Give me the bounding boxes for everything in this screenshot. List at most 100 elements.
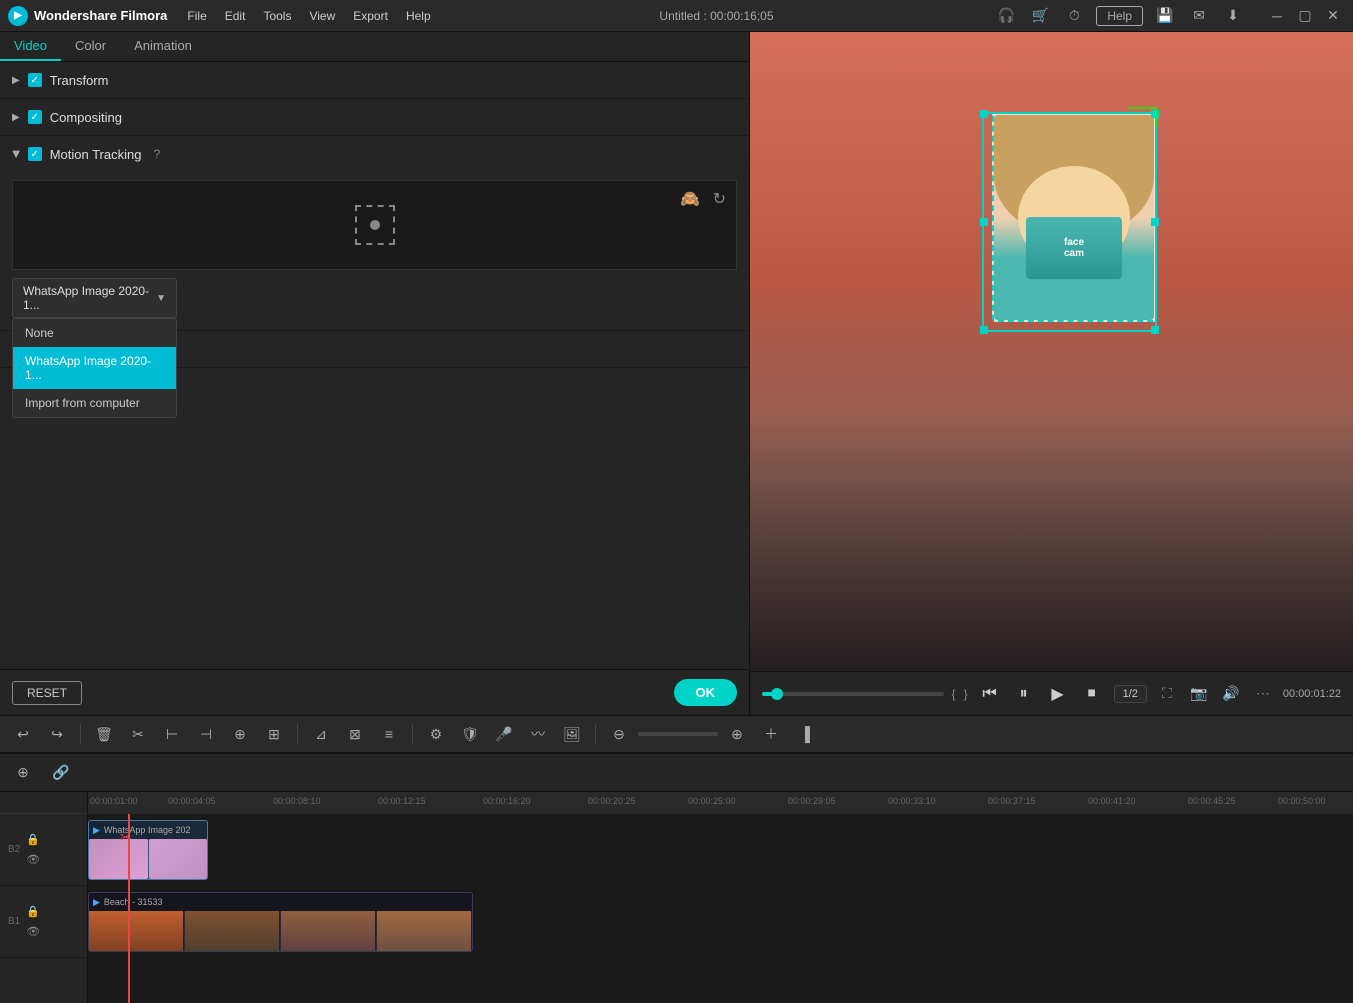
step-back-button[interactable]: ⏮ bbox=[976, 680, 1004, 708]
clip-beach[interactable]: ▶ Beach - 31533 bbox=[88, 892, 473, 952]
headphone-icon[interactable]: 🎧 bbox=[994, 4, 1018, 28]
snapshot-icon[interactable]: 📷 bbox=[1187, 682, 1211, 706]
clip-whatsapp-content: ▶ WhatsApp Image 202 bbox=[89, 821, 207, 879]
zoom-out-button[interactable]: ⊖ bbox=[604, 719, 634, 749]
play-button[interactable]: ▶ bbox=[1044, 680, 1072, 708]
shield-icon[interactable]: 🛡 bbox=[455, 719, 485, 749]
track-2-eye[interactable]: 👁 bbox=[24, 851, 42, 869]
clip-beach-play-icon: ▶ bbox=[93, 897, 100, 908]
menu-help[interactable]: Help bbox=[398, 7, 439, 25]
motion-tracking-arrow-icon: ▶ bbox=[10, 150, 21, 158]
ruler-10: 00:00:41:20 bbox=[1088, 796, 1136, 806]
ok-button[interactable]: OK bbox=[674, 679, 738, 706]
track-1-lock[interactable]: 🔒 bbox=[24, 903, 42, 921]
copy-button[interactable]: ⊕ bbox=[225, 719, 255, 749]
motion-tracking-checkbox[interactable]: ✓ bbox=[28, 147, 42, 161]
split-button[interactable]: ⊢ bbox=[157, 719, 187, 749]
cart-icon[interactable]: 🛒 bbox=[1028, 4, 1052, 28]
tl-add-track[interactable]: ⊕ bbox=[8, 758, 38, 788]
clock-icon[interactable]: ⏱ bbox=[1062, 4, 1086, 28]
tab-video[interactable]: Video bbox=[0, 32, 61, 61]
mt-option-none[interactable]: None bbox=[13, 319, 176, 347]
mt-eye-icon[interactable]: 🙈 bbox=[680, 189, 700, 209]
add-track-button[interactable]: ＋ bbox=[756, 719, 786, 749]
track-number-1: B1 bbox=[8, 916, 20, 927]
minimize-button[interactable]: ─ bbox=[1265, 4, 1289, 28]
full-screen-icon[interactable]: ⛶ bbox=[1155, 682, 1179, 706]
section-motion-tracking-header[interactable]: ▶ ✓ Motion Tracking ? bbox=[0, 136, 749, 172]
zoom-controls: ⚙ 🛡 🎤 〰 🖼 ⊖ ⊕ ＋ ▐ bbox=[421, 719, 820, 749]
undo-button[interactable]: ↩ bbox=[8, 719, 38, 749]
photo-icon[interactable]: 🖼 bbox=[557, 719, 587, 749]
zoom-in-button[interactable]: ⊕ bbox=[722, 719, 752, 749]
mt-option-whatsapp[interactable]: WhatsApp Image 2020-1... bbox=[13, 347, 176, 389]
track-2-lock[interactable]: 🔒 bbox=[24, 831, 42, 849]
more-icon[interactable]: ⋯ bbox=[1251, 682, 1275, 706]
more-tools-button[interactable]: ▐ bbox=[790, 719, 820, 749]
compositing-checkbox[interactable]: ✓ bbox=[28, 110, 42, 124]
ripple-button[interactable]: ⊿ bbox=[306, 719, 336, 749]
tools-bar: ↩ ↪ 🗑 ✂ ⊢ ⊣ ⊕ ⊞ ⊿ ⊠ ≡ ⚙ 🛡 🎤 〰 🖼 ⊖ ⊕ ＋ ▐ bbox=[0, 715, 1353, 753]
playhead[interactable]: ✂ bbox=[128, 814, 130, 1003]
reset-button[interactable]: RESET bbox=[12, 681, 82, 705]
settings-icon[interactable]: ⚙ bbox=[421, 719, 451, 749]
menu-tools[interactable]: Tools bbox=[255, 7, 299, 25]
motion-tracking-help-icon[interactable]: ? bbox=[153, 147, 160, 161]
motion-tracking-title: Motion Tracking bbox=[50, 147, 142, 162]
mt-option-import[interactable]: Import from computer bbox=[13, 389, 176, 417]
step-frame-back-button[interactable]: ⏸ bbox=[1010, 680, 1038, 708]
mic-icon[interactable]: 🎤 bbox=[489, 719, 519, 749]
trim-button[interactable]: ⊣ bbox=[191, 719, 221, 749]
preview-background: facecam bbox=[750, 32, 1353, 671]
equalizer-button[interactable]: ≡ bbox=[374, 719, 404, 749]
download-icon[interactable]: ⬇ bbox=[1221, 4, 1245, 28]
zoom-slider[interactable] bbox=[638, 732, 718, 736]
delete-button[interactable]: 🗑 bbox=[89, 719, 119, 749]
preview-avatar-clip[interactable]: facecam bbox=[992, 112, 1157, 322]
tools-separator-3 bbox=[412, 724, 413, 744]
stop-button[interactable]: ⏹ bbox=[1078, 680, 1106, 708]
avatar-shirt: facecam bbox=[1026, 217, 1122, 279]
tab-animation[interactable]: Animation bbox=[120, 32, 206, 61]
close-button[interactable]: ✕ bbox=[1321, 4, 1345, 28]
track-2-icons: 🔒 👁 bbox=[24, 831, 42, 869]
tools-separator-2 bbox=[297, 724, 298, 744]
time-bracket-right: } bbox=[964, 687, 968, 701]
speed-button[interactable]: 1/2 bbox=[1114, 685, 1147, 703]
menu-edit[interactable]: Edit bbox=[217, 7, 254, 25]
transform-checkbox[interactable]: ✓ bbox=[28, 73, 42, 87]
app-name: Wondershare Filmora bbox=[34, 8, 167, 23]
tab-color[interactable]: Color bbox=[61, 32, 120, 61]
mt-dropdown-button[interactable]: WhatsApp Image 2020-1... ▼ bbox=[12, 278, 177, 318]
menu-view[interactable]: View bbox=[301, 7, 343, 25]
mail-icon[interactable]: ✉ bbox=[1187, 4, 1211, 28]
maximize-button[interactable]: ▢ bbox=[1293, 4, 1317, 28]
redo-button[interactable]: ↪ bbox=[42, 719, 72, 749]
login-button[interactable]: Help bbox=[1096, 6, 1143, 26]
progress-thumb[interactable] bbox=[771, 688, 783, 700]
beach-thumb-2 bbox=[185, 911, 280, 951]
playback-controls: ⏮ ⏸ ▶ ⏹ bbox=[976, 680, 1106, 708]
tl-link[interactable]: 🔗 bbox=[46, 758, 76, 788]
titlebar: ▶ Wondershare Filmora File Edit Tools Vi… bbox=[0, 0, 1353, 32]
cut-button[interactable]: ✂ bbox=[123, 719, 153, 749]
clip-whatsapp[interactable]: ▶ WhatsApp Image 202 bbox=[88, 820, 208, 880]
save-icon[interactable]: 💾 bbox=[1153, 4, 1177, 28]
avatar-image: facecam bbox=[994, 115, 1154, 320]
beach-thumb-3 bbox=[281, 911, 376, 951]
track-1-eye[interactable]: 👁 bbox=[24, 923, 42, 941]
transform-arrow-icon: ▶ bbox=[12, 75, 20, 86]
ruler-2: 00:00:08:10 bbox=[273, 796, 321, 806]
timeline-tracks: 00:00:01:00 00:00:04:05 00:00:08:10 00:0… bbox=[88, 792, 1353, 1003]
waveform-icon[interactable]: 〰 bbox=[523, 719, 553, 749]
paste-button[interactable]: ⊞ bbox=[259, 719, 289, 749]
menu-export[interactable]: Export bbox=[345, 7, 396, 25]
section-transform-header[interactable]: ▶ ✓ Transform bbox=[0, 62, 749, 98]
mt-refresh-icon[interactable]: ↻ bbox=[713, 189, 726, 209]
menu-file[interactable]: File bbox=[179, 7, 214, 25]
audio-icon[interactable]: 🔊 bbox=[1219, 682, 1243, 706]
crop-button[interactable]: ⊠ bbox=[340, 719, 370, 749]
app-logo: ▶ Wondershare Filmora bbox=[8, 6, 167, 26]
progress-bar[interactable] bbox=[762, 692, 944, 696]
section-compositing-header[interactable]: ▶ ✓ Compositing bbox=[0, 99, 749, 135]
